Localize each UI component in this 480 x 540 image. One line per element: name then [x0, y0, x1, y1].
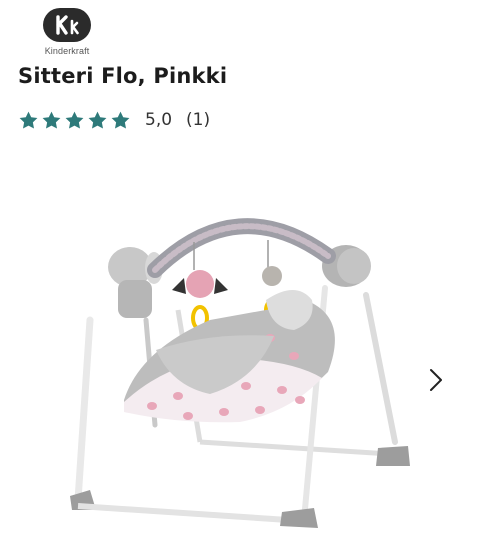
baby-swing-image	[70, 218, 410, 528]
product-title: Sitteri Flo, Pinkki	[18, 64, 228, 88]
star-icon	[19, 111, 38, 129]
star-icon	[88, 111, 107, 129]
brand-logo-mark	[43, 8, 91, 42]
chevron-right-icon[interactable]	[424, 365, 448, 395]
rating-score: 5,0	[145, 110, 173, 130]
star-icon	[42, 111, 61, 129]
rating-count[interactable]: (1)	[186, 110, 210, 130]
brand-name: Kinderkraft	[44, 46, 90, 56]
star-icon	[65, 111, 84, 129]
product-rating[interactable]: 5,0 (1)	[18, 107, 210, 133]
rating-stars	[18, 110, 131, 131]
star-icon	[111, 111, 130, 129]
brand-logo[interactable]: Kinderkraft	[36, 8, 98, 56]
